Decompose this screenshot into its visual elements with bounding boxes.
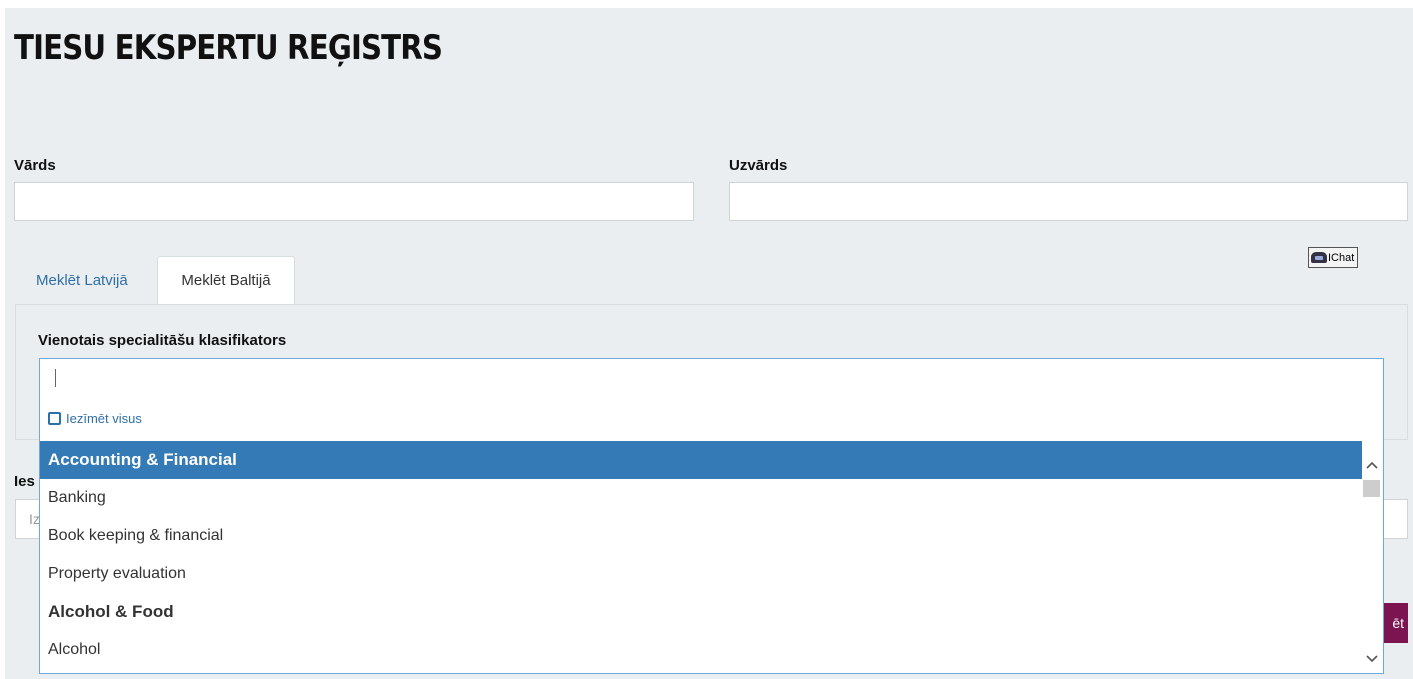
text-cursor — [55, 369, 56, 387]
hidden-field-label: Ies — [14, 473, 35, 490]
first-name-input[interactable] — [14, 182, 694, 221]
ichat-label: IChat — [1328, 251, 1355, 264]
page-title: TIESU EKSPERTU REĢISTRS — [14, 28, 443, 68]
classifier-option-list: Accounting & Financial Banking Book keep… — [40, 441, 1363, 669]
classifier-option[interactable]: Accounting & Financial — [40, 441, 1363, 479]
scrollbar-thumb[interactable] — [1363, 480, 1380, 497]
checkbox-icon[interactable] — [48, 412, 61, 425]
classifier-option[interactable]: Property evaluation — [40, 555, 1363, 593]
classifier-option[interactable]: Alcohol & Food — [40, 593, 1363, 631]
classifier-option[interactable]: Banking — [40, 479, 1363, 517]
first-name-label: Vārds — [14, 157, 56, 174]
tab-search-baltics[interactable]: Meklēt Baltijā — [157, 256, 295, 304]
classifier-multiselect[interactable]: Iezīmēt visus — [39, 358, 1384, 438]
classifier-option[interactable]: Alcohol — [40, 631, 1363, 669]
hidden-field-input-end[interactable] — [1382, 499, 1408, 539]
select-all-label: Iezīmēt visus — [66, 411, 142, 426]
classifier-dropdown[interactable]: Accounting & Financial Banking Book keep… — [39, 438, 1384, 674]
classifier-label: Vienotais specialitāšu klasifikators — [38, 332, 287, 349]
tab-search-latvia[interactable]: Meklēt Latvijā — [18, 256, 146, 304]
select-all-toggle[interactable]: Iezīmēt visus — [48, 411, 142, 426]
telephone-icon — [1311, 252, 1327, 263]
classifier-option[interactable]: Book keeping & financial — [40, 517, 1363, 555]
dropdown-scrollbar[interactable] — [1362, 441, 1383, 673]
chevron-up-icon[interactable] — [1365, 457, 1379, 473]
chevron-down-icon[interactable] — [1365, 651, 1379, 667]
ichat-button[interactable]: IChat — [1308, 247, 1359, 268]
last-name-label: Uzvārds — [729, 157, 788, 174]
search-button[interactable]: ēt — [1383, 603, 1408, 643]
last-name-input[interactable] — [729, 182, 1408, 221]
